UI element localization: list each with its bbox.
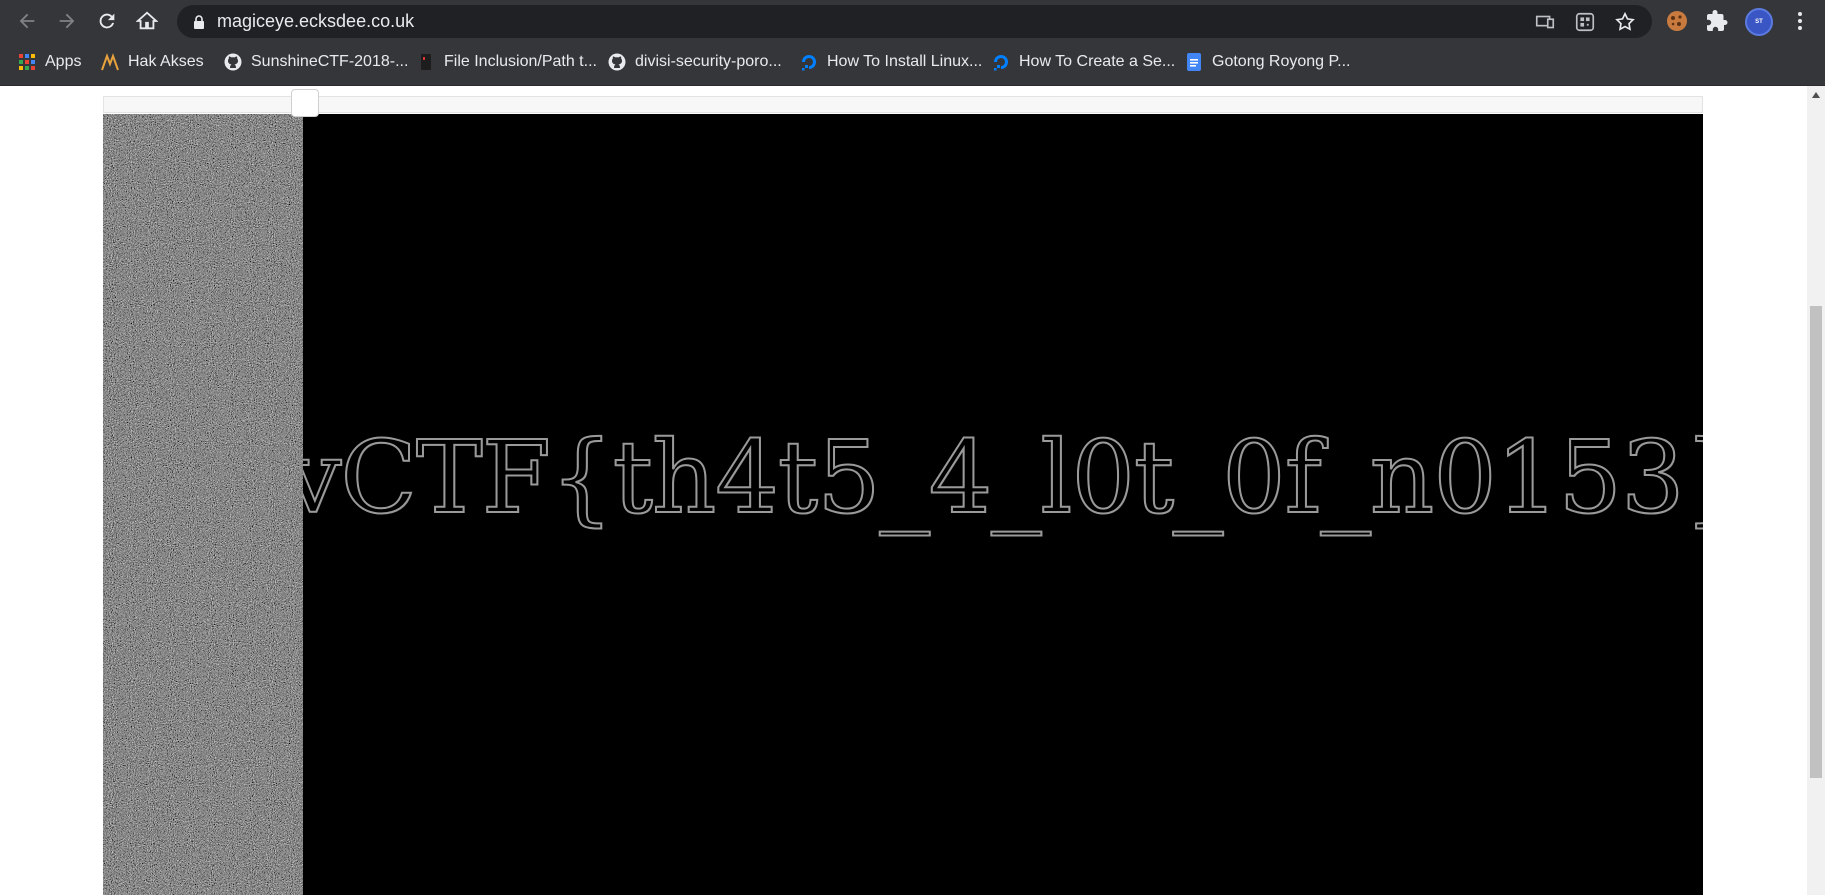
github-icon bbox=[224, 53, 242, 71]
scrollbar-thumb[interactable] bbox=[1810, 306, 1822, 778]
noise-strip bbox=[103, 114, 303, 895]
bookmark-hak-akses[interactable]: Hak Akses bbox=[101, 43, 204, 81]
slider-handle[interactable] bbox=[291, 89, 319, 117]
bookmark-create-service[interactable]: How To Create a Se... bbox=[992, 43, 1175, 81]
bookmark-divisi-security[interactable]: divisi-security-poro... bbox=[608, 43, 782, 81]
page-viewport: vCTF{th4t5_4_l0t_0f_n0153} bbox=[0, 86, 1807, 895]
back-button[interactable] bbox=[10, 4, 44, 38]
vertical-scrollbar[interactable] bbox=[1807, 86, 1825, 895]
browser-toolbar: magiceye.ecksdee.co.uk ST bbox=[0, 0, 1825, 43]
url-text[interactable]: magiceye.ecksdee.co.uk bbox=[217, 5, 414, 38]
reload-button[interactable] bbox=[90, 4, 124, 38]
bookmark-label: File Inclusion/Path t... bbox=[444, 53, 597, 70]
scroll-up-arrow-icon[interactable] bbox=[1812, 92, 1820, 98]
digitalocean-icon bbox=[994, 55, 1008, 71]
bookmark-gotong-royong[interactable]: Gotong Royong P... bbox=[1185, 43, 1350, 81]
reload-icon bbox=[99, 13, 115, 29]
page-favicon bbox=[421, 54, 431, 70]
lock-icon[interactable] bbox=[191, 14, 207, 30]
extensions-puzzle-icon[interactable] bbox=[1705, 9, 1729, 33]
apps-grid-icon bbox=[19, 54, 35, 70]
bookmark-label: Hak Akses bbox=[128, 53, 204, 70]
home-button[interactable] bbox=[130, 4, 164, 38]
bookmark-sunshinectf[interactable]: SunshineCTF-2018-... bbox=[224, 43, 408, 81]
more-menu-icon[interactable] bbox=[1790, 9, 1810, 33]
bookmark-label: SunshineCTF-2018-... bbox=[251, 53, 409, 70]
bookmark-label: Apps bbox=[45, 53, 82, 70]
revealed-flag-text: vCTF{th4t5_4_l0t_0f_n0153} bbox=[303, 418, 1703, 537]
address-bar[interactable]: magiceye.ecksdee.co.uk bbox=[177, 5, 1652, 38]
bookmark-apps[interactable]: Apps bbox=[18, 43, 81, 81]
forward-button[interactable] bbox=[50, 4, 84, 38]
bookmark-label: divisi-security-poro... bbox=[635, 53, 782, 70]
digitalocean-icon bbox=[802, 55, 816, 71]
google-docs-icon bbox=[1187, 53, 1201, 71]
cast-icon[interactable] bbox=[1534, 11, 1556, 33]
github-icon bbox=[608, 53, 626, 71]
image-frame-bar bbox=[103, 96, 1703, 113]
site-favicon bbox=[101, 53, 119, 71]
bookmark-label: How To Create a Se... bbox=[1019, 53, 1176, 70]
bookmark-file-inclusion[interactable]: File Inclusion/Path t... bbox=[417, 43, 597, 81]
bookmarks-bar: Apps Hak Akses SunshineCTF-2018-... File… bbox=[0, 43, 1825, 86]
qr-code-icon[interactable] bbox=[1574, 11, 1596, 33]
revealed-image-area: vCTF{th4t5_4_l0t_0f_n0153} bbox=[303, 114, 1703, 895]
bookmark-install-linux[interactable]: How To Install Linux... bbox=[800, 43, 982, 81]
arrow-right-icon bbox=[59, 13, 75, 29]
home-icon bbox=[136, 11, 158, 30]
arrow-left-icon bbox=[19, 13, 35, 29]
cookie-extension-icon[interactable] bbox=[1665, 9, 1689, 33]
bookmark-star-icon[interactable] bbox=[1614, 11, 1636, 33]
bookmark-label: Gotong Royong P... bbox=[1212, 53, 1351, 70]
magic-eye-image: vCTF{th4t5_4_l0t_0f_n0153} bbox=[103, 114, 1703, 895]
bookmark-label: How To Install Linux... bbox=[827, 53, 983, 70]
profile-avatar[interactable]: ST bbox=[1745, 8, 1773, 36]
